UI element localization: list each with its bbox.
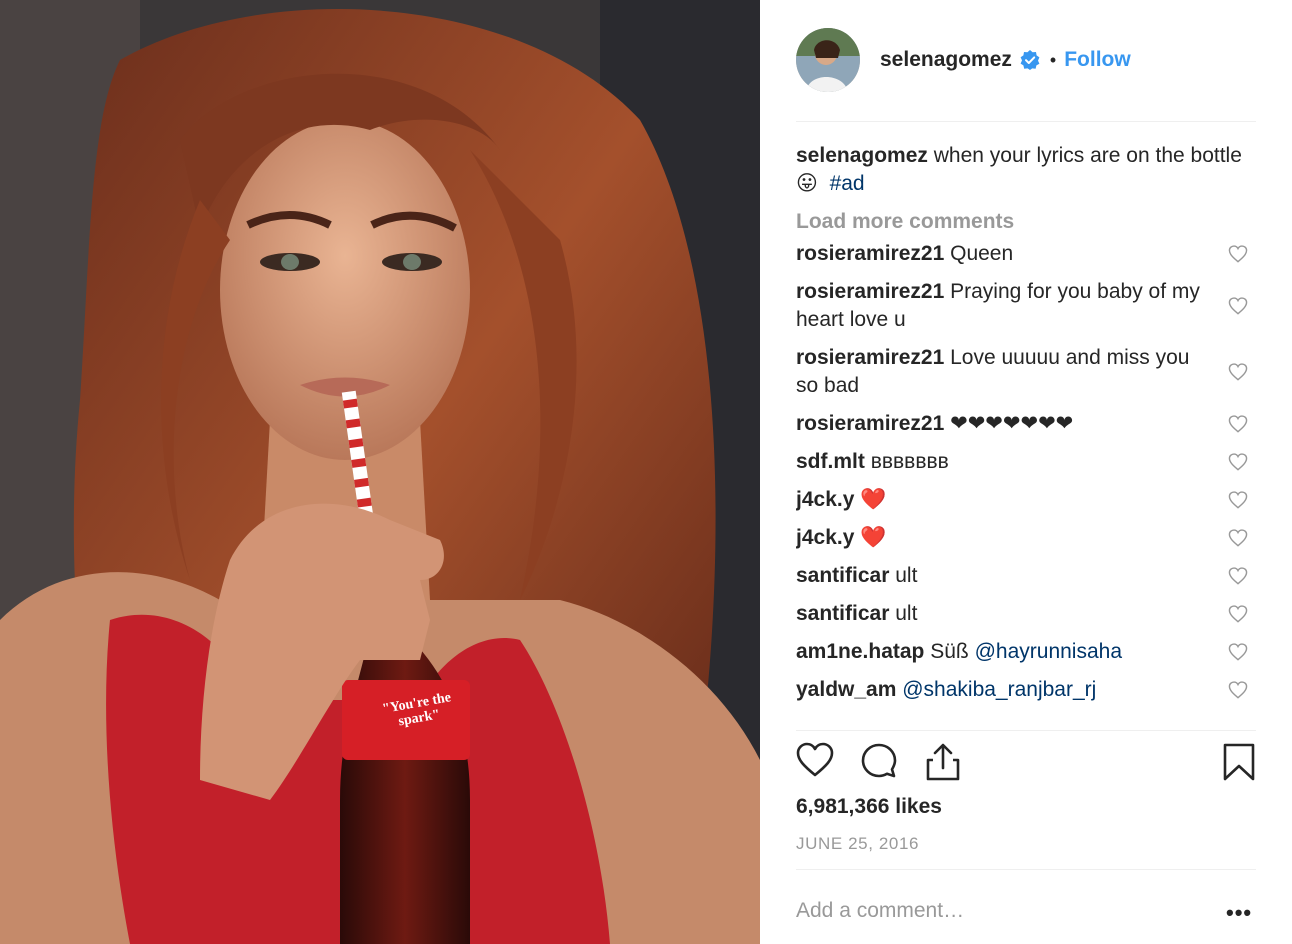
comment-username[interactable]: rosieramirez21 <box>796 412 944 435</box>
action-bar <box>796 742 1256 786</box>
follow-button[interactable]: Follow <box>1064 48 1131 72</box>
comment-rows: rosieramirez21 Queen rosieramirez21 Prayi… <box>796 240 1256 704</box>
comment-like-heart-icon[interactable] <box>1228 643 1248 661</box>
comment-username[interactable]: j4ck.y <box>796 488 854 511</box>
caption-hashtag[interactable]: #ad <box>830 172 865 195</box>
comment-item: j4ck.y ❤️ <box>796 486 1256 514</box>
comment-text: ❤️ <box>860 488 887 511</box>
comment-mention[interactable]: @shakiba_ranjbar_rj <box>902 678 1096 701</box>
comment-like-heart-icon[interactable] <box>1228 529 1248 547</box>
comment-item: rosieramirez21 Love uuuuu and miss you s… <box>796 344 1256 400</box>
add-comment-input[interactable] <box>796 893 1236 929</box>
comment-text: ult <box>895 564 918 587</box>
post-photo[interactable]: "You're the spark" <box>0 0 760 944</box>
comment-item: santificar ult <box>796 562 1256 590</box>
comment-username[interactable]: j4ck.y <box>796 526 854 549</box>
comment-like-heart-icon[interactable] <box>1228 681 1248 699</box>
photo-illustration <box>0 0 760 944</box>
comment-item: santificar ult <box>796 600 1256 628</box>
header-divider <box>796 121 1256 122</box>
comment-like-heart-icon[interactable] <box>1228 363 1248 381</box>
comments-list[interactable]: selenagomez when your lyrics are on the … <box>796 140 1256 726</box>
comment-like-heart-icon[interactable] <box>1228 605 1248 623</box>
comments-divider <box>796 730 1256 731</box>
avatar[interactable] <box>796 28 860 92</box>
comment-username[interactable]: yaldw_am <box>796 678 896 701</box>
comment-item: yaldw_am @shakiba_ranjbar_rj <box>796 676 1256 704</box>
comment-text: ult <box>895 602 918 625</box>
caption-text: when your lyrics are on the bottle <box>933 144 1242 167</box>
post-date[interactable]: JUNE 25, 2016 <box>796 834 919 854</box>
comment-like-heart-icon[interactable] <box>1228 245 1248 263</box>
header-username[interactable]: selenagomez <box>880 48 1012 72</box>
comment-username[interactable]: rosieramirez21 <box>796 280 944 303</box>
comment-text: Süß <box>930 640 969 663</box>
caption-username[interactable]: selenagomez <box>796 144 928 167</box>
comment-username[interactable]: santificar <box>796 564 889 587</box>
post-container: "You're the spark" selenagomez • Follow <box>0 0 1292 944</box>
header-separator: • <box>1049 49 1057 70</box>
likes-count[interactable]: 6,981,366 likes <box>796 795 942 819</box>
verified-badge-icon <box>1020 50 1040 70</box>
avatar-image <box>796 28 860 92</box>
share-icon[interactable] <box>924 742 962 782</box>
bookmark-icon[interactable] <box>1222 742 1256 782</box>
post-side-panel: selenagomez • Follow selenagomez when yo… <box>760 0 1292 944</box>
footer-divider <box>796 869 1256 870</box>
comment-item: sdf.mlt ʙʙʙʙʙʙʙ <box>796 448 1256 476</box>
comment-mention[interactable]: @hayrunnisaha <box>975 640 1122 663</box>
comment-like-heart-icon[interactable] <box>1228 297 1248 315</box>
comment-item: rosieramirez21 Praying for you baby of m… <box>796 278 1256 334</box>
comment-like-heart-icon[interactable] <box>1228 453 1248 471</box>
like-heart-icon[interactable] <box>796 742 834 778</box>
comment-username[interactable]: sdf.mlt <box>796 450 865 473</box>
comment-like-heart-icon[interactable] <box>1228 567 1248 585</box>
comment-text: ʙʙʙʙʙʙʙ <box>870 450 949 473</box>
load-more-comments-button[interactable]: Load more comments <box>796 210 1256 234</box>
comment-text: Queen <box>950 242 1014 265</box>
comment-item: j4ck.y ❤️ <box>796 524 1256 552</box>
more-options-icon[interactable]: ••• <box>1226 900 1252 926</box>
comment-username[interactable]: rosieramirez21 <box>796 242 944 265</box>
caption-emoji: 😛 <box>796 172 818 195</box>
comment-username[interactable]: santificar <box>796 602 889 625</box>
comment-text: ❤❤❤❤❤❤❤ <box>950 412 1074 435</box>
comment-item: rosieramirez21 ❤❤❤❤❤❤❤ <box>796 410 1256 438</box>
comment-username[interactable]: am1ne.hatap <box>796 640 924 663</box>
post-header: selenagomez • Follow <box>796 28 1256 92</box>
comment-item: rosieramirez21 Queen <box>796 240 1256 268</box>
comment-item: am1ne.hatap Süß @hayrunnisaha <box>796 638 1256 666</box>
comments-fade <box>796 716 1256 730</box>
post-caption: selenagomez when your lyrics are on the … <box>796 142 1256 198</box>
comment-like-heart-icon[interactable] <box>1228 491 1248 509</box>
comment-text: ❤️ <box>860 526 887 549</box>
comment-like-heart-icon[interactable] <box>1228 415 1248 433</box>
comment-icon[interactable] <box>860 742 898 780</box>
comment-username[interactable]: rosieramirez21 <box>796 346 944 369</box>
